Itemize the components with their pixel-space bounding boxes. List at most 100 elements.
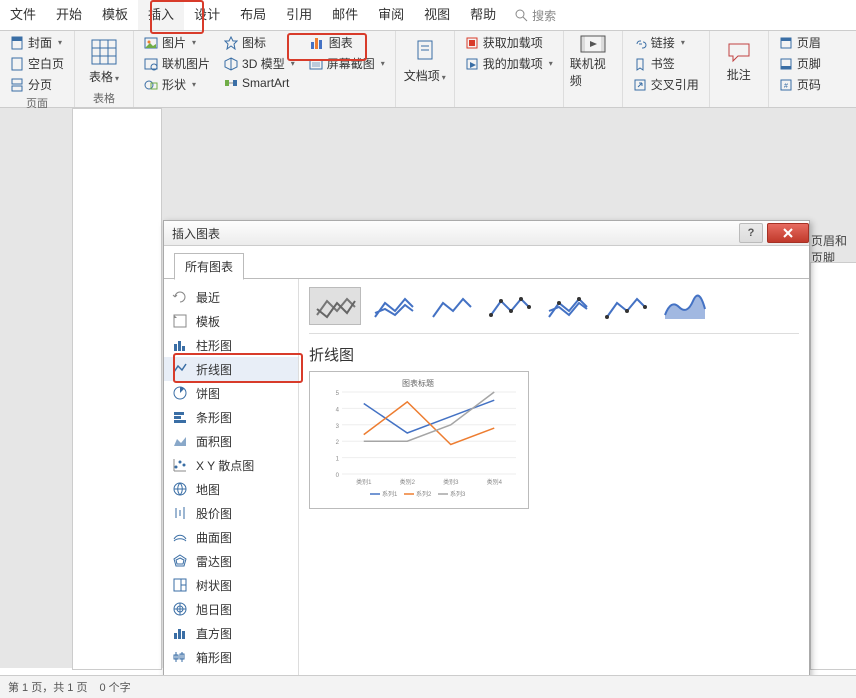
video-label: 联机视频 [570, 55, 616, 89]
group-table-label: 表格 [93, 89, 115, 108]
category-boxwhisker[interactable]: 箱形图 [164, 645, 298, 669]
my-addins-button[interactable]: 我的加载项▾ [461, 54, 557, 73]
tab-1[interactable]: 开始 [46, 0, 92, 30]
tab-10[interactable]: 帮助 [460, 0, 506, 30]
category-template[interactable]: 模板 [164, 309, 298, 333]
line-subtype-3[interactable] [483, 287, 535, 325]
icon-label: 图标 [242, 34, 266, 51]
smartart-button[interactable]: SmartArt [220, 75, 299, 91]
category-scatter[interactable]: X Y 散点图 [164, 453, 298, 477]
svg-text:3: 3 [336, 424, 340, 430]
header-label: 页眉 [797, 34, 821, 51]
pic-label: 图片 [162, 34, 186, 51]
doc-item-button[interactable]: 文档项▾ [402, 33, 448, 89]
chart-preview-title: 折线图 [309, 344, 799, 365]
insert-chart-dialog: 插入图表 ? 所有图表 最近模板柱形图折线图饼图条形图面积图X Y 散点图地图股… [163, 220, 810, 698]
tab-4[interactable]: 设计 [184, 0, 230, 30]
model-label: 3D 模型 [242, 55, 285, 72]
blank-label: 空白页 [28, 55, 64, 72]
tab-3[interactable]: 插入 [138, 0, 184, 30]
pagenum-button[interactable]: # 页码 [775, 75, 825, 94]
tab-5[interactable]: 布局 [230, 0, 276, 30]
svg-text:4: 4 [336, 407, 340, 413]
cover-button[interactable]: 封面▾ [6, 33, 68, 52]
category-area[interactable]: 面积图 [164, 429, 298, 453]
svg-text:#: # [784, 83, 788, 90]
line-subtype-1[interactable] [367, 287, 419, 325]
svg-text:系列2: 系列2 [416, 490, 432, 498]
screenshot-button[interactable]: 屏幕截图▾ [305, 54, 389, 73]
svg-text:类别3: 类别3 [443, 478, 459, 486]
category-recent[interactable]: 最近 [164, 285, 298, 309]
dialog-title: 插入图表 [172, 225, 220, 242]
document-page[interactable] [72, 108, 162, 670]
footer-label: 页脚 [797, 55, 821, 72]
tab-7[interactable]: 邮件 [322, 0, 368, 30]
search-box[interactable]: 搜索 [514, 7, 556, 24]
svg-text:类别2: 类别2 [400, 478, 416, 486]
svg-text:2: 2 [336, 440, 340, 446]
bookmark-label: 书签 [651, 55, 675, 72]
category-stock[interactable]: 股价图 [164, 501, 298, 525]
chart-label: 图表 [329, 34, 353, 51]
header-button[interactable]: 页眉 [775, 33, 825, 52]
chart-preview[interactable]: 图表标题012345类别1类别2类别3类别4系列1系列2系列3 [309, 371, 529, 509]
icons-button[interactable]: 图标 [220, 33, 299, 52]
category-sunburst[interactable]: 旭日图 [164, 597, 298, 621]
bookmark-button[interactable]: 书签 [629, 54, 703, 73]
category-radar[interactable]: 雷达图 [164, 549, 298, 573]
tab-6[interactable]: 引用 [276, 0, 322, 30]
netpic-label: 联机图片 [162, 55, 210, 72]
svg-text:5: 5 [336, 391, 340, 397]
category-histogram[interactable]: 直方图 [164, 621, 298, 645]
line-subtype-6[interactable] [657, 287, 709, 325]
category-line[interactable]: 折线图 [164, 357, 298, 381]
status-page: 第 1 页，共 1 页 [8, 679, 87, 695]
line-subtype-4[interactable] [541, 287, 593, 325]
link-label: 链接 [651, 34, 675, 51]
table-button[interactable]: 表格▾ [81, 33, 127, 89]
link-button[interactable]: 链接▾ [629, 33, 703, 52]
svg-text:1: 1 [336, 457, 340, 463]
category-pie[interactable]: 饼图 [164, 381, 298, 405]
comment-label: 批注 [727, 66, 751, 83]
category-bar[interactable]: 条形图 [164, 405, 298, 429]
svg-text:系列1: 系列1 [382, 490, 398, 498]
svg-text:0: 0 [336, 473, 340, 479]
category-column[interactable]: 柱形图 [164, 333, 298, 357]
comment-button[interactable]: 批注 [716, 33, 762, 89]
tab-8[interactable]: 审阅 [368, 0, 414, 30]
crossref-button[interactable]: 交叉引用 [629, 75, 703, 94]
document-page-right [810, 262, 856, 670]
tab-2[interactable]: 模板 [92, 0, 138, 30]
screenshot-label: 屏幕截图 [327, 55, 375, 72]
pagenum-label: 页码 [797, 76, 821, 93]
svg-text:类别4: 类别4 [487, 478, 503, 486]
dialog-close-button[interactable] [767, 223, 809, 243]
tab-9[interactable]: 视图 [414, 0, 460, 30]
line-subtype-2[interactable] [425, 287, 477, 325]
crossref-label: 交叉引用 [651, 76, 699, 93]
chart-button[interactable]: 图表 [305, 33, 389, 52]
category-surface[interactable]: 曲面图 [164, 525, 298, 549]
table-label: 表格 [89, 70, 113, 84]
status-words: 0 个字 [99, 679, 130, 695]
tab-0[interactable]: 文件 [0, 0, 46, 30]
category-map[interactable]: 地图 [164, 477, 298, 501]
online-picture-button[interactable]: 联机图片 [140, 54, 214, 73]
online-video-button[interactable]: 联机视频 [570, 33, 616, 89]
footer-button[interactable]: 页脚 [775, 54, 825, 73]
category-treemap[interactable]: 树状图 [164, 573, 298, 597]
page-break-button[interactable]: 分页 [6, 75, 68, 94]
break-label: 分页 [28, 76, 52, 93]
3d-model-button[interactable]: 3D 模型▾ [220, 54, 299, 73]
shapes-button[interactable]: 形状▾ [140, 75, 214, 94]
picture-button[interactable]: 图片▾ [140, 33, 214, 52]
dialog-help-button[interactable]: ? [739, 223, 763, 243]
blank-page-button[interactable]: 空白页 [6, 54, 68, 73]
line-subtype-0[interactable] [309, 287, 361, 325]
get-addins-button[interactable]: 获取加载项 [461, 33, 557, 52]
line-subtype-5[interactable] [599, 287, 651, 325]
svg-text:类别1: 类别1 [356, 478, 372, 486]
all-charts-tab[interactable]: 所有图表 [174, 253, 244, 280]
